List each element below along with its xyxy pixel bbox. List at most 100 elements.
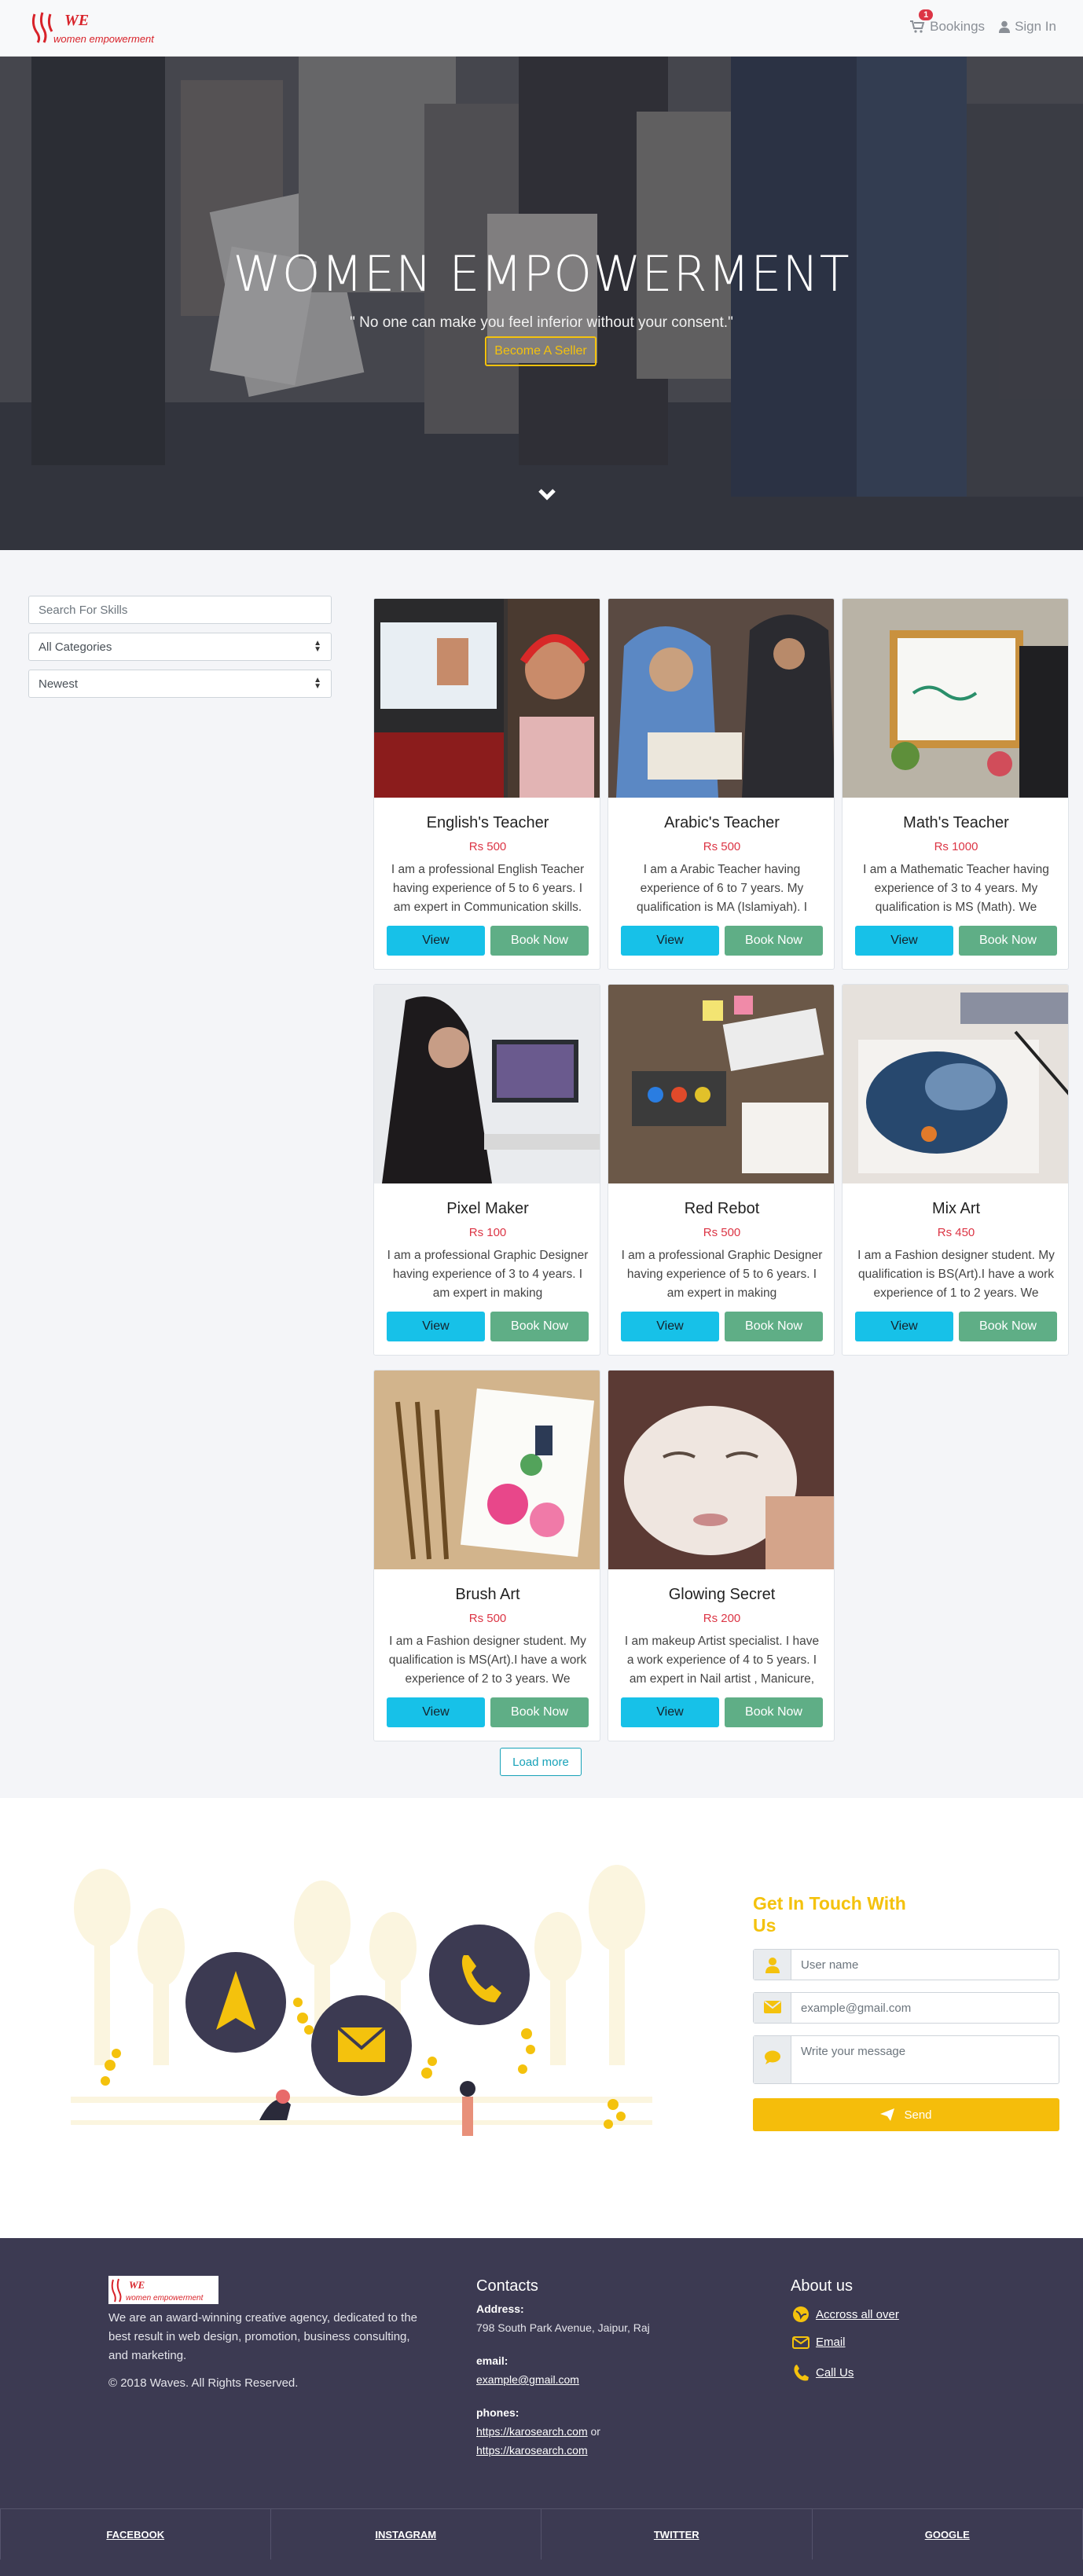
email-about-link[interactable]: Email xyxy=(792,2336,846,2349)
envelope-icon xyxy=(763,2001,781,2013)
hero-title: WOMEN EMPOWERMENT xyxy=(233,245,850,303)
phone-icon xyxy=(794,2365,809,2381)
card-title: Brush Art xyxy=(455,1586,520,1603)
phone-link-2[interactable]: https://karosearch.com xyxy=(476,2444,588,2457)
card-description: I am makeup Artist specialist. I have a … xyxy=(624,1635,820,1686)
user-icon xyxy=(765,1958,780,1973)
phone-link-1[interactable]: https://karosearch.com xyxy=(476,2425,588,2438)
service-card: Brush Art Rs 500 I am a Fashion designer… xyxy=(373,1370,600,1741)
view-button[interactable]: View xyxy=(387,1312,485,1341)
card-description: I am a Fashion designer student. My qual… xyxy=(388,1635,587,1686)
google-link[interactable]: GOOGLE xyxy=(813,2509,1083,2559)
card-image xyxy=(608,599,834,798)
card-title: Arabic's Teacher xyxy=(664,814,780,831)
service-card: English's Teacher Rs 500 I am a professi… xyxy=(373,598,600,970)
card-image xyxy=(374,985,600,1183)
twitter-link[interactable]: TWITTER xyxy=(542,2509,813,2559)
card-description: I am a professional Graphic Designer hav… xyxy=(387,1249,589,1300)
service-card: Math's Teacher Rs 1000 I am a Mathematic… xyxy=(842,598,1069,970)
contact-section: Get In Touch With Us User name example@g… xyxy=(0,1798,1083,2238)
across-all-over-link[interactable]: Accross all over xyxy=(792,2306,899,2323)
footer: WE women empowerment We are an award-win… xyxy=(0,2238,1083,2576)
view-button[interactable]: View xyxy=(387,926,485,956)
hero-quote: " No one can make you feel inferior with… xyxy=(350,314,733,331)
card-price: Rs 500 xyxy=(468,1612,507,1625)
book-now-button[interactable]: Book Now xyxy=(725,926,823,956)
card-image xyxy=(374,599,600,798)
svg-text:WE: WE xyxy=(64,12,89,29)
book-now-button[interactable]: Book Now xyxy=(959,926,1057,956)
view-button[interactable]: View xyxy=(621,926,719,956)
card-title: Pixel Maker xyxy=(446,1200,529,1217)
view-button[interactable]: View xyxy=(387,1697,485,1727)
hero-banner: WOMEN EMPOWERMENT " No one can make you … xyxy=(0,57,1083,550)
card-image xyxy=(608,1371,834,1569)
bookings-label: Bookings xyxy=(930,19,986,34)
service-card: Mix Art Rs 450 I am a Fashion designer s… xyxy=(842,984,1069,1356)
book-now-button[interactable]: Book Now xyxy=(725,1312,823,1341)
filter-sidebar: Search For Skills All Categories ▲ ▼ Newe… xyxy=(28,596,332,706)
service-card: Pixel Maker Rs 100 I am a professional G… xyxy=(373,984,600,1356)
card-image xyxy=(843,599,1068,798)
book-now-button[interactable]: Book Now xyxy=(725,1697,823,1727)
address-label: Address: xyxy=(476,2303,524,2315)
become-seller-button[interactable]: Become A Seller xyxy=(485,336,597,366)
card-price: Rs 1000 xyxy=(934,840,978,853)
contact-illustration xyxy=(71,1865,652,2136)
card-title: Math's Teacher xyxy=(903,814,1009,831)
service-card: Red Rebot Rs 500 I am a professional Gra… xyxy=(608,984,835,1356)
phone-line: https://karosearch.com or xyxy=(476,2425,600,2438)
username-field[interactable]: User name xyxy=(753,1949,1059,1980)
bookings-link[interactable]: 1 Bookings xyxy=(909,9,986,35)
card-image xyxy=(608,985,834,1183)
contact-title: Get In Touch With Us xyxy=(753,1893,906,1936)
email-label: email: xyxy=(476,2354,508,2367)
cart-icon xyxy=(910,20,925,33)
card-description: I am a Mathematic Teacher having experie… xyxy=(863,863,1049,914)
card-title: English's Teacher xyxy=(426,814,549,831)
send-button[interactable]: Send xyxy=(753,2098,1059,2131)
select-arrows-icon: ▲ ▼ xyxy=(314,676,321,691)
email-link[interactable]: example@gmail.com xyxy=(476,2373,579,2386)
view-button[interactable]: View xyxy=(621,1312,719,1341)
card-title: Mix Art xyxy=(931,1200,981,1217)
service-card: Glowing Secret Rs 200 I am makeup Artist… xyxy=(608,1370,835,1741)
globe-icon xyxy=(793,2306,809,2322)
chat-bubble-icon xyxy=(764,2050,780,2064)
card-title: Red Rebot xyxy=(684,1200,760,1217)
signin-label: Sign In xyxy=(1015,19,1056,34)
category-select[interactable]: All Categories ▲ ▼ xyxy=(28,633,332,661)
footer-about-text: We are an award-winning creative agency,… xyxy=(108,2311,418,2362)
call-us-link[interactable]: Call Us xyxy=(792,2364,854,2381)
svg-text:women empowerment: women empowerment xyxy=(53,33,155,45)
facebook-link[interactable]: FACEBOOK xyxy=(0,2509,271,2559)
skills-search-input[interactable]: Search For Skills xyxy=(28,596,332,624)
load-more-button[interactable]: Load more xyxy=(500,1748,582,1776)
book-now-button[interactable]: Book Now xyxy=(959,1312,1057,1341)
sort-select[interactable]: Newest ▲ ▼ xyxy=(28,670,332,698)
card-title: Glowing Secret xyxy=(668,1586,776,1603)
card-price: Rs 100 xyxy=(468,1226,507,1239)
bookings-count-badge: 1 xyxy=(919,9,934,20)
card-price: Rs 500 xyxy=(468,840,507,853)
site-logo[interactable]: WE women empowerment xyxy=(30,8,187,47)
footer-logo[interactable]: WE women empowerment xyxy=(108,2276,218,2304)
book-now-button[interactable]: Book Now xyxy=(490,1312,589,1341)
view-button[interactable]: View xyxy=(855,1312,953,1341)
instagram-link[interactable]: INSTAGRAM xyxy=(271,2509,542,2559)
view-button[interactable]: View xyxy=(621,1697,719,1727)
service-card: Arabic's Teacher Rs 500 I am a Arabic Te… xyxy=(608,598,835,970)
navbar: WE women empowerment 1 Bookings Sign In xyxy=(0,0,1083,57)
book-now-button[interactable]: Book Now xyxy=(490,926,589,956)
paper-plane-icon xyxy=(880,2108,895,2121)
view-button[interactable]: View xyxy=(855,926,953,956)
signin-link[interactable]: Sign In xyxy=(999,19,1056,35)
message-field[interactable]: Write your message xyxy=(753,2035,1059,2084)
svg-text:women empowerment: women empowerment xyxy=(126,2294,204,2303)
book-now-button[interactable]: Book Now xyxy=(490,1697,589,1727)
card-description: I am a professional English Teacher havi… xyxy=(391,863,585,914)
email-field[interactable]: example@gmail.com xyxy=(753,1992,1059,2024)
chevron-down-icon[interactable] xyxy=(534,481,560,508)
card-description: I am a professional Graphic Designer hav… xyxy=(621,1249,823,1300)
card-image xyxy=(374,1371,600,1569)
